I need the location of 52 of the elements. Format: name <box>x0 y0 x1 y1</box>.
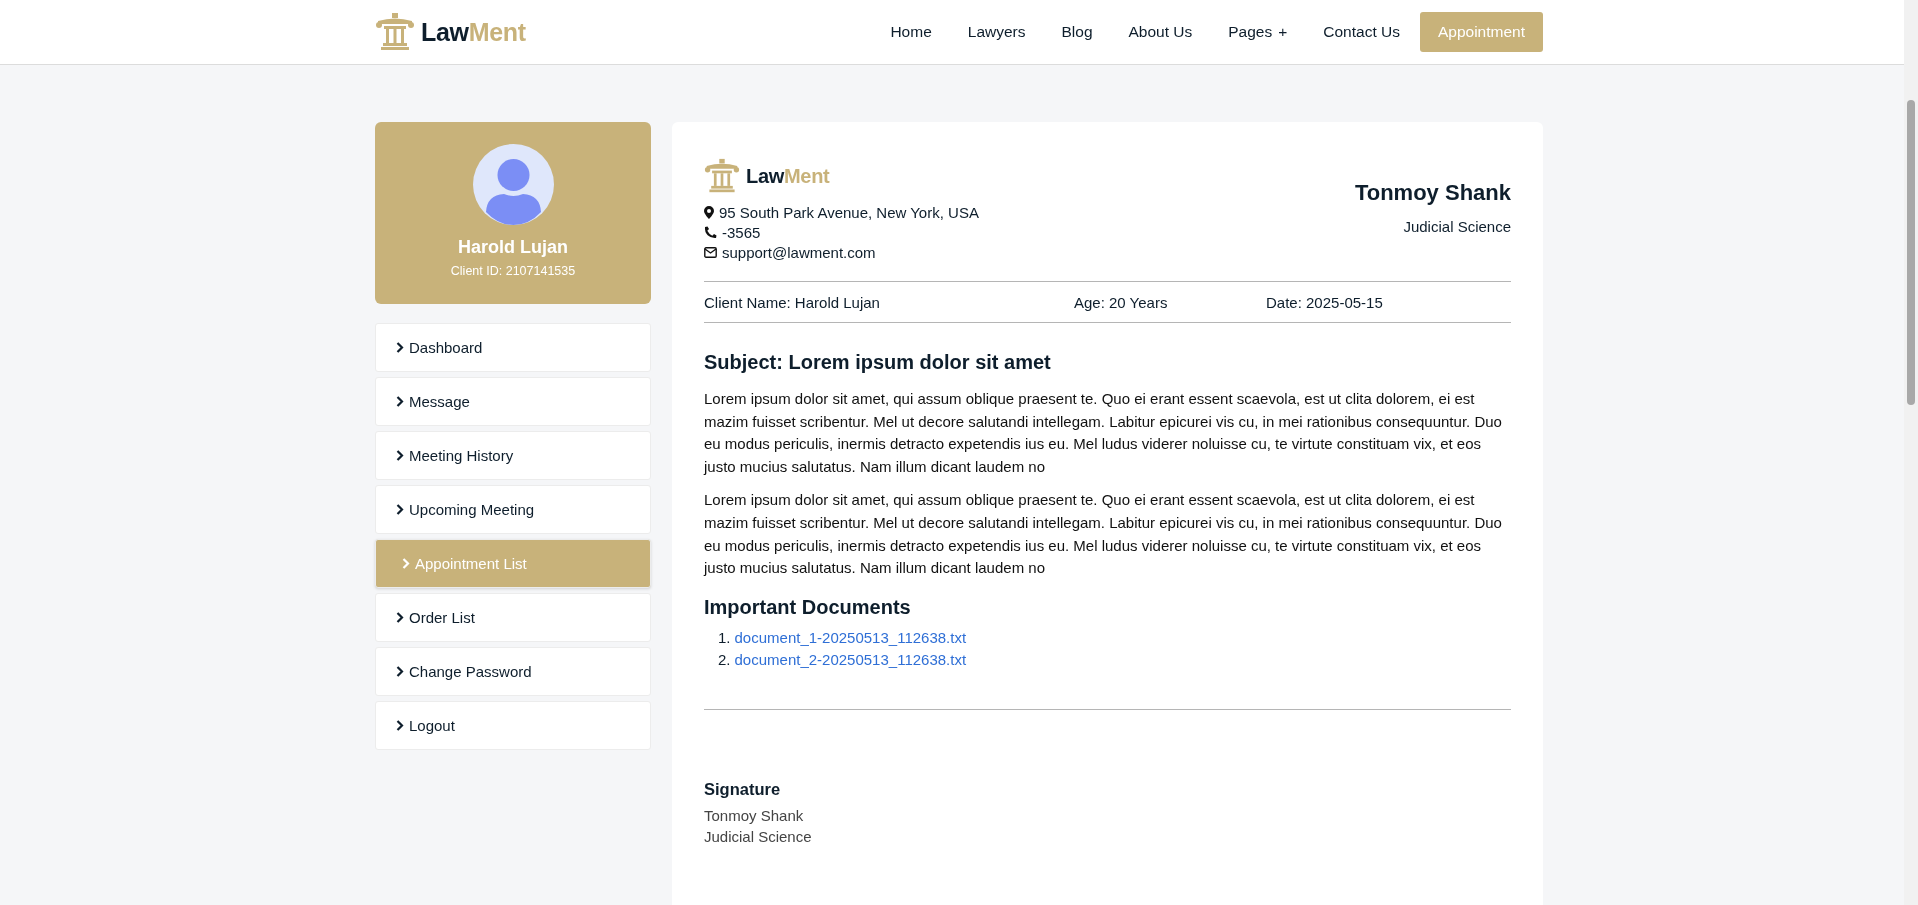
sidebar-item[interactable]: Dashboard <box>375 323 651 372</box>
date-field: Date: 2025-05-15 <box>1266 293 1383 311</box>
chevron-right-icon <box>396 612 404 623</box>
chevron-right-icon <box>396 666 404 677</box>
sidebar-item[interactable]: Logout <box>375 701 651 750</box>
envelope-icon <box>704 247 717 258</box>
lawyer-name: Tonmoy Shank <box>1354 180 1511 206</box>
pillar-icon <box>375 12 415 52</box>
documents-heading: Important Documents <box>704 595 912 619</box>
nav-link[interactable]: Lawyers <box>949 15 1044 49</box>
document-link[interactable]: document_1-20250513_112638.txt <box>734 626 967 649</box>
signature-title: Judicial Science <box>704 827 813 845</box>
list-number: 2. <box>718 649 731 670</box>
lawyer-title: Judicial Science <box>1403 218 1511 235</box>
email-text: support@lawment.com <box>722 244 876 261</box>
chevron-right-icon <box>396 342 404 353</box>
nav-link[interactable]: Contact Us <box>1305 15 1418 49</box>
phone-text: -3565 <box>722 224 761 241</box>
scrollbar[interactable] <box>1904 0 1918 905</box>
map-pin-icon <box>704 206 714 219</box>
body-paragraph: Lorem ipsum dolor sit amet, qui assum oblique praesent te. Quo ei erant essent scaevola, est ut clita dolorem, ei est mazim fuisset scribentur. Mel ut decore salutandi intellegam. Labitur epicurei vis cu, in mei rationibus consequuntur. Duo eu modus periculis, inermis detracto expetendis ius eu. Mel ludus viderer noluisse cu, te virtute constituam vix, et eos justo mucius salutatus. Nam illum dicant laudem no <box>704 389 1503 477</box>
phone-icon <box>704 226 717 239</box>
logo-text: LawMent <box>746 164 830 188</box>
sidebar-item[interactable]: Change Password <box>375 647 651 696</box>
subject-heading: Subject: Lorem ipsum dolor sit amet <box>704 351 1052 374</box>
address-text: 95 South Park Avenue, New York, USA <box>719 204 979 221</box>
document-link[interactable]: document_2-20250513_112638.txt <box>734 648 967 671</box>
signature-name: Tonmoy Shank <box>704 806 805 824</box>
pillar-icon <box>704 158 740 194</box>
chevron-right-icon <box>396 504 404 515</box>
sidebar-item[interactable]: Message <box>375 377 651 426</box>
sidebar-item[interactable]: Order List <box>375 593 651 642</box>
body-paragraph: Lorem ipsum dolor sit amet, qui assum oblique praesent te. Quo ei erant essent scaevola, est ut clita dolorem, ei est mazim fuisset scribentur. Mel ut decore salutandi intellegam. Labitur epicurei vis cu, in mei rationibus consequuntur. Duo eu modus periculis, inermis detracto expetendis ius eu. Mel ludus viderer noluisse cu, te virtute constituam vix, et eos justo mucius salutatus. Nam illum dicant laudem no <box>704 490 1503 579</box>
client-name: Harold Lujan <box>458 237 568 258</box>
nav-link[interactable]: About Us <box>1110 15 1211 49</box>
logo-text: LawMent <box>421 17 526 47</box>
list-number: 1. <box>718 627 731 648</box>
avatar-icon <box>472 144 554 225</box>
signature-heading: Signature <box>704 779 782 799</box>
nav-link[interactable]: Home <box>872 15 950 49</box>
scrollbar-thumb[interactable] <box>1907 100 1915 405</box>
age-field: Age: 20 Years <box>1074 293 1266 311</box>
chevron-right-icon <box>396 450 404 461</box>
sidebar-item[interactable]: Meeting History <box>375 431 651 480</box>
client-name-field: Client Name: Harold Lujan <box>704 293 1074 311</box>
sidebar-item[interactable]: Upcoming Meeting <box>375 485 651 534</box>
client-id: Client ID: 2107141535 <box>450 264 576 278</box>
chevron-right-icon <box>396 720 404 731</box>
nav-link[interactable]: Blog <box>1043 15 1111 49</box>
chevron-right-icon <box>396 396 404 407</box>
nav-link[interactable]: Pages + <box>1210 15 1306 49</box>
chevron-right-icon <box>402 558 410 569</box>
